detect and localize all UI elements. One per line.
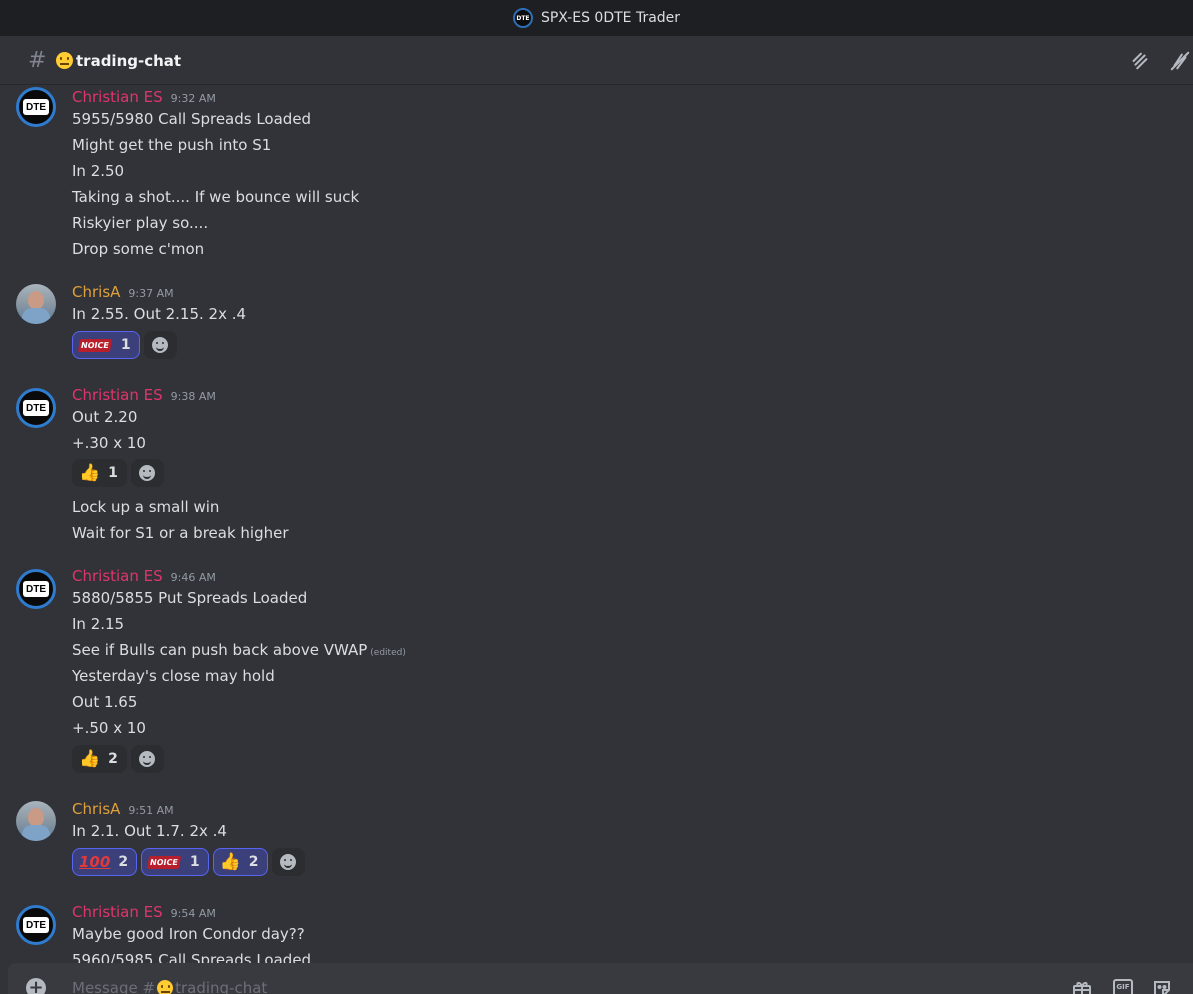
message-text: 5880/5855 Put Spreads Loaded	[72, 589, 308, 607]
hundred-points-icon: 100	[79, 853, 111, 871]
timestamp: 9:38 AM	[170, 390, 216, 403]
message-input-placeholder[interactable]: Message # trading-chat	[72, 979, 267, 994]
message-text: Maybe good Iron Condor day??	[72, 925, 305, 943]
add-reaction-button[interactable]	[130, 459, 164, 487]
reaction-noice[interactable]: NOICE 1	[72, 331, 140, 359]
message-text: 5960/5985 Call Spreads Loaded	[72, 951, 312, 963]
avatar[interactable]: DTE	[16, 569, 56, 609]
message-text: Might get the push into S1	[72, 136, 272, 154]
reaction-count: 2	[248, 854, 259, 870]
timestamp: 9:51 AM	[128, 804, 174, 817]
add-reaction-button[interactable]	[130, 745, 164, 773]
smile-icon	[152, 337, 169, 353]
threads-icon[interactable]	[1129, 50, 1151, 72]
message-text: Riskyier play so....	[72, 214, 209, 232]
message-text: Drop some c'mon	[72, 240, 205, 258]
timestamp: 9:32 AM	[170, 92, 216, 105]
message-text: Lock up a small win	[72, 498, 220, 516]
message-text: In 2.15	[72, 615, 125, 633]
sticker-icon[interactable]	[1152, 979, 1172, 994]
noice-icon: NOICE	[77, 338, 112, 352]
avatar[interactable]	[16, 284, 56, 324]
noice-icon: NOICE	[146, 855, 182, 869]
window-title: SPX-ES 0DTE Trader	[540, 10, 681, 26]
message-text: See if Bulls can push back above VWAP (ed…	[72, 641, 406, 659]
add-reaction-button[interactable]	[271, 848, 305, 876]
reaction-count: 2	[108, 751, 118, 767]
smile-icon	[139, 751, 156, 767]
reaction-thumbs-up[interactable]: 👍 1	[72, 459, 127, 487]
message-text: In 2.50	[72, 162, 125, 180]
smile-icon	[139, 465, 156, 481]
channel-hash-icon: #	[28, 48, 47, 73]
message-text: Yesterday's close may hold	[72, 667, 275, 685]
avatar[interactable]: DTE	[16, 388, 56, 428]
author-name[interactable]: ChrisA	[72, 283, 120, 301]
smile-icon	[280, 854, 297, 870]
notification-mute-icon[interactable]	[1169, 50, 1191, 72]
reaction-noice[interactable]: NOICE 1	[141, 848, 209, 876]
message-text: In 2.1. Out 1.7. 2x .4	[72, 822, 227, 840]
message-list[interactable]: DTE Christian ES 9:32 AM 5955/5980 Call …	[0, 85, 1193, 963]
reaction-count: 1	[189, 854, 200, 870]
edited-label: (edited)	[370, 648, 406, 658]
reaction-thumbs-up[interactable]: 👍 2	[72, 745, 127, 773]
window-titlebar: DTE SPX-ES 0DTE Trader	[0, 0, 1193, 36]
message-text: +.50 x 10	[72, 719, 146, 737]
message-text: Taking a shot.... If we bounce will suck	[72, 188, 360, 206]
gift-icon[interactable]	[1072, 979, 1092, 994]
server-icon: DTE	[512, 8, 533, 28]
author-name[interactable]: Christian ES	[72, 903, 163, 921]
gif-button[interactable]: GIF	[1113, 979, 1133, 994]
message-text: Out 1.65	[72, 693, 138, 711]
timestamp: 9:54 AM	[170, 907, 216, 920]
message-text: Out 2.20	[72, 408, 138, 426]
author-name[interactable]: ChrisA	[72, 800, 120, 818]
thumbs-up-icon: 👍	[79, 748, 101, 769]
author-name[interactable]: Christian ES	[72, 567, 163, 585]
channel-name: trading-chat	[76, 51, 182, 70]
message-text: Wait for S1 or a break higher	[72, 524, 289, 542]
timestamp: 9:37 AM	[128, 287, 174, 300]
reaction-thumbs-up[interactable]: 👍 2	[212, 848, 268, 876]
reaction-count: 1	[120, 337, 131, 353]
message-group: ChrisA 9:51 AM In 2.1. Out 1.7. 2x .4 10…	[0, 798, 1193, 876]
message-text: +.30 x 10	[72, 434, 146, 452]
message-text: In 2.55. Out 2.15. 2x .4	[72, 305, 247, 323]
thumbs-up-icon: 👍	[79, 462, 101, 483]
grinning-face-icon	[157, 980, 174, 994]
timestamp: 9:46 AM	[170, 571, 216, 584]
avatar[interactable]: DTE	[16, 905, 56, 945]
reaction-count: 2	[118, 854, 129, 870]
avatar[interactable]: DTE	[16, 87, 56, 127]
message-text: 5955/5980 Call Spreads Loaded	[72, 110, 312, 128]
grinning-face-icon	[56, 52, 73, 69]
add-reaction-button[interactable]	[143, 331, 177, 359]
thumbs-up-icon: 👍	[219, 851, 241, 872]
avatar[interactable]	[16, 801, 56, 841]
author-name[interactable]: Christian ES	[72, 386, 163, 404]
add-attachment-button[interactable]: +	[26, 978, 46, 994]
message-composer[interactable]: + Message # trading-chat GIF	[8, 963, 1193, 994]
author-name[interactable]: Christian ES	[72, 88, 163, 106]
reaction-hundred[interactable]: 100 2	[72, 848, 138, 876]
reaction-count: 1	[108, 465, 118, 481]
message-group: ChrisA 9:37 AM In 2.55. Out 2.15. 2x .4 …	[0, 281, 1193, 359]
channel-header: # trading-chat	[0, 37, 1193, 85]
